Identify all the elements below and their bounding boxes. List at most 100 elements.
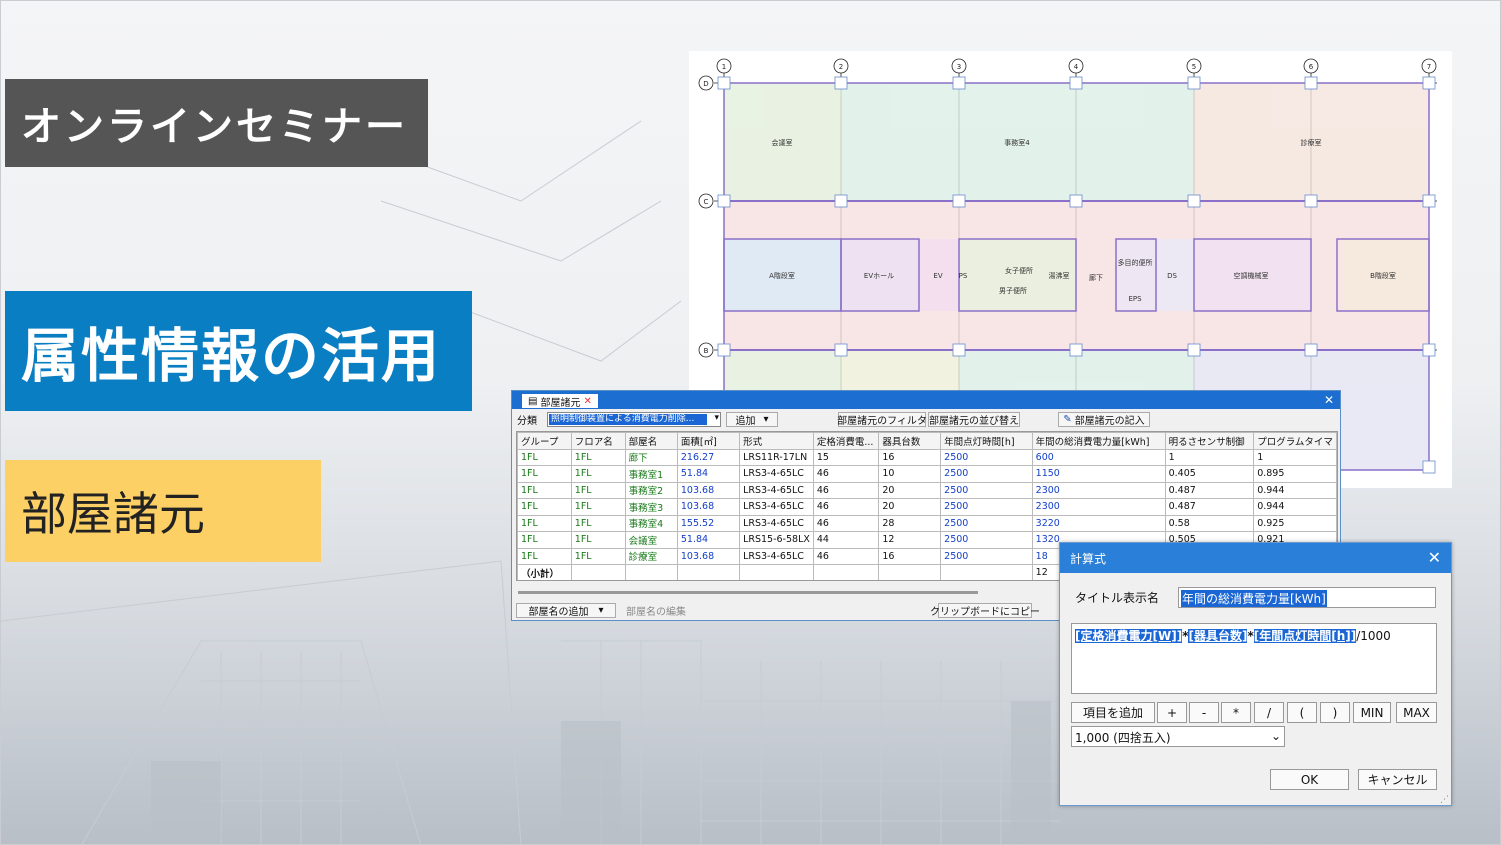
table-cell[interactable]: 事務室4 bbox=[624, 514, 678, 532]
table-cell[interactable]: 46 bbox=[812, 465, 880, 483]
table-cell[interactable]: 20 bbox=[878, 498, 942, 516]
table-cell[interactable]: 診療室 bbox=[624, 547, 678, 565]
multiply-button[interactable]: * bbox=[1221, 702, 1251, 723]
table-cell[interactable]: 103.68 bbox=[676, 547, 741, 565]
table-cell[interactable]: LRS11R-17LN bbox=[739, 448, 814, 466]
close-paren-button[interactable]: ) bbox=[1320, 702, 1350, 723]
add-button[interactable]: 追加 ▾ bbox=[726, 412, 778, 427]
column-header[interactable]: フロア名 bbox=[570, 432, 626, 450]
table-cell[interactable]: 155.52 bbox=[676, 514, 741, 532]
table-cell[interactable]: 2500 bbox=[940, 498, 1033, 516]
table-cell[interactable]: 3220 bbox=[1031, 514, 1166, 532]
table-cell[interactable]: 1FL bbox=[517, 481, 572, 499]
table-cell[interactable]: 1FL bbox=[570, 498, 626, 516]
table-cell[interactable]: 事務室1 bbox=[624, 465, 678, 483]
column-header[interactable]: 器具台数 bbox=[878, 432, 942, 450]
add-item-button[interactable]: 項目を追加 bbox=[1071, 702, 1155, 723]
sort-button[interactable]: 部屋諸元の並び替え bbox=[928, 412, 1020, 427]
table-cell[interactable]: 28 bbox=[878, 514, 942, 532]
table-cell[interactable]: 103.68 bbox=[676, 481, 741, 499]
table-cell[interactable]: 2500 bbox=[940, 514, 1033, 532]
table-row[interactable]: 1FL 1FL 事務室3 103.68 LRS3-4-65LC 46 20 2500 2300 0… bbox=[517, 498, 1337, 516]
table-cell[interactable]: 1 bbox=[1253, 448, 1337, 466]
table-row[interactable]: 1FL 1FL 廊下 216.27 LRS11R-17LN 15 16 2500 600 1 1 bbox=[517, 448, 1337, 466]
table-cell[interactable]: 216.27 bbox=[676, 448, 741, 466]
table-cell[interactable]: 16 bbox=[878, 547, 942, 565]
column-header[interactable]: 定格消費電... bbox=[812, 432, 880, 450]
resize-grip-icon[interactable]: ⋰ bbox=[1440, 795, 1449, 805]
table-cell[interactable]: 51.84 bbox=[676, 531, 741, 549]
close-icon[interactable]: ✕ bbox=[1428, 548, 1441, 567]
table-cell[interactable]: 廊下 bbox=[624, 448, 678, 466]
formula-editor[interactable]: [定格消費電力[W]]*[器具台数]*[年間点灯時間[h]]/1000 bbox=[1071, 623, 1437, 694]
column-header[interactable]: 明るさセンサ制御 bbox=[1164, 432, 1255, 450]
table-cell[interactable]: LRS3-4-65LC bbox=[739, 481, 814, 499]
table-cell[interactable]: 1FL bbox=[517, 465, 572, 483]
copy-clipboard-button[interactable]: クリップボードにコピー bbox=[930, 603, 1040, 618]
fill-button[interactable]: ✎ 部屋諸元の記入 bbox=[1058, 412, 1150, 427]
table-row[interactable]: 1FL 1FL 事務室1 51.84 LRS3-4-65LC 46 10 2500 1150 0.… bbox=[517, 465, 1337, 483]
table-cell[interactable]: 51.84 bbox=[676, 465, 741, 483]
table-cell[interactable]: 事務室2 bbox=[624, 481, 678, 499]
table-cell[interactable]: 10 bbox=[878, 465, 942, 483]
table-cell[interactable]: 46 bbox=[812, 498, 880, 516]
table-cell[interactable]: 44 bbox=[812, 531, 880, 549]
table-cell[interactable]: 2500 bbox=[940, 547, 1033, 565]
table-cell[interactable]: 2300 bbox=[1031, 481, 1166, 499]
table-cell[interactable]: 1FL bbox=[517, 547, 572, 565]
table-cell[interactable]: 1FL bbox=[570, 547, 626, 565]
table-cell[interactable]: 2300 bbox=[1031, 498, 1166, 516]
column-header[interactable]: 年間の総消費電力量[kWh] bbox=[1031, 432, 1166, 450]
tab-close-icon[interactable]: ✕ bbox=[583, 396, 591, 407]
table-cell[interactable]: 2500 bbox=[940, 481, 1033, 499]
table-cell[interactable]: 1FL bbox=[570, 481, 626, 499]
column-header[interactable]: 部屋名 bbox=[624, 432, 678, 450]
table-cell[interactable]: LRS3-4-65LC bbox=[739, 465, 814, 483]
column-header[interactable]: グループ bbox=[517, 432, 572, 450]
tab-room-spec[interactable]: ▤ 部屋諸元 ✕ bbox=[522, 394, 598, 409]
table-cell[interactable]: 46 bbox=[812, 514, 880, 532]
ok-button[interactable]: OK bbox=[1270, 769, 1349, 790]
table-cell[interactable]: 1150 bbox=[1031, 465, 1166, 483]
table-cell[interactable]: 2500 bbox=[940, 448, 1033, 466]
formula-dialog[interactable]: 計算式 ✕ タイトル表示名 年間の総消費電力量[kWh] [定格消費電力[W]]… bbox=[1059, 542, 1452, 806]
table-cell[interactable]: 0.487 bbox=[1164, 498, 1255, 516]
table-cell[interactable]: 1FL bbox=[517, 514, 572, 532]
divide-button[interactable]: / bbox=[1254, 702, 1284, 723]
max-button[interactable]: MAX bbox=[1396, 702, 1437, 723]
table-cell[interactable]: 2500 bbox=[940, 465, 1033, 483]
table-cell[interactable]: 2500 bbox=[940, 531, 1033, 549]
rounding-select[interactable]: 1,000 (四捨五入) ⌄ bbox=[1071, 726, 1285, 747]
filter-button[interactable]: 部屋諸元のフィルタ bbox=[837, 412, 927, 427]
cancel-button[interactable]: キャンセル bbox=[1358, 769, 1437, 790]
table-cell[interactable]: 12 bbox=[878, 531, 942, 549]
table-row[interactable]: 1FL 1FL 事務室4 155.52 LRS3-4-65LC 46 28 2500 3220 0… bbox=[517, 514, 1337, 532]
table-cell[interactable]: 0.944 bbox=[1253, 481, 1337, 499]
table-cell[interactable]: 0.58 bbox=[1164, 514, 1255, 532]
table-cell[interactable]: 1FL bbox=[570, 465, 626, 483]
table-cell[interactable]: 1 bbox=[1164, 448, 1255, 466]
title-input[interactable]: 年間の総消費電力量[kWh] bbox=[1178, 587, 1436, 608]
column-header[interactable]: 形式 bbox=[739, 432, 814, 450]
column-header[interactable]: プログラムタイマ bbox=[1253, 432, 1337, 450]
category-select[interactable]: 照明制御装置による消費電力削除... ▾ bbox=[547, 412, 721, 427]
edit-room-name-button[interactable]: 部屋名の編集 bbox=[626, 602, 686, 618]
plus-button[interactable]: + bbox=[1157, 702, 1187, 723]
open-paren-button[interactable]: ( bbox=[1287, 702, 1317, 723]
table-cell[interactable]: 46 bbox=[812, 481, 880, 499]
table-cell[interactable]: 1FL bbox=[570, 448, 626, 466]
table-cell[interactable]: LRS15-6-58LX bbox=[739, 531, 814, 549]
table-cell[interactable]: 1FL bbox=[570, 531, 626, 549]
table-cell[interactable]: 0.895 bbox=[1253, 465, 1337, 483]
table-cell[interactable]: LRS3-4-65LC bbox=[739, 498, 814, 516]
add-room-name-button[interactable]: 部屋名の追加 ▾ bbox=[516, 603, 616, 618]
table-cell[interactable]: LRS3-4-65LC bbox=[739, 547, 814, 565]
column-header[interactable]: 面積[㎡] bbox=[676, 432, 741, 450]
table-cell[interactable]: 0.487 bbox=[1164, 481, 1255, 499]
table-cell[interactable]: 20 bbox=[878, 481, 942, 499]
table-cell[interactable]: 0.405 bbox=[1164, 465, 1255, 483]
table-cell[interactable]: 103.68 bbox=[676, 498, 741, 516]
table-cell[interactable]: 1FL bbox=[517, 531, 572, 549]
table-cell[interactable]: 0.925 bbox=[1253, 514, 1337, 532]
table-cell[interactable]: 600 bbox=[1031, 448, 1166, 466]
